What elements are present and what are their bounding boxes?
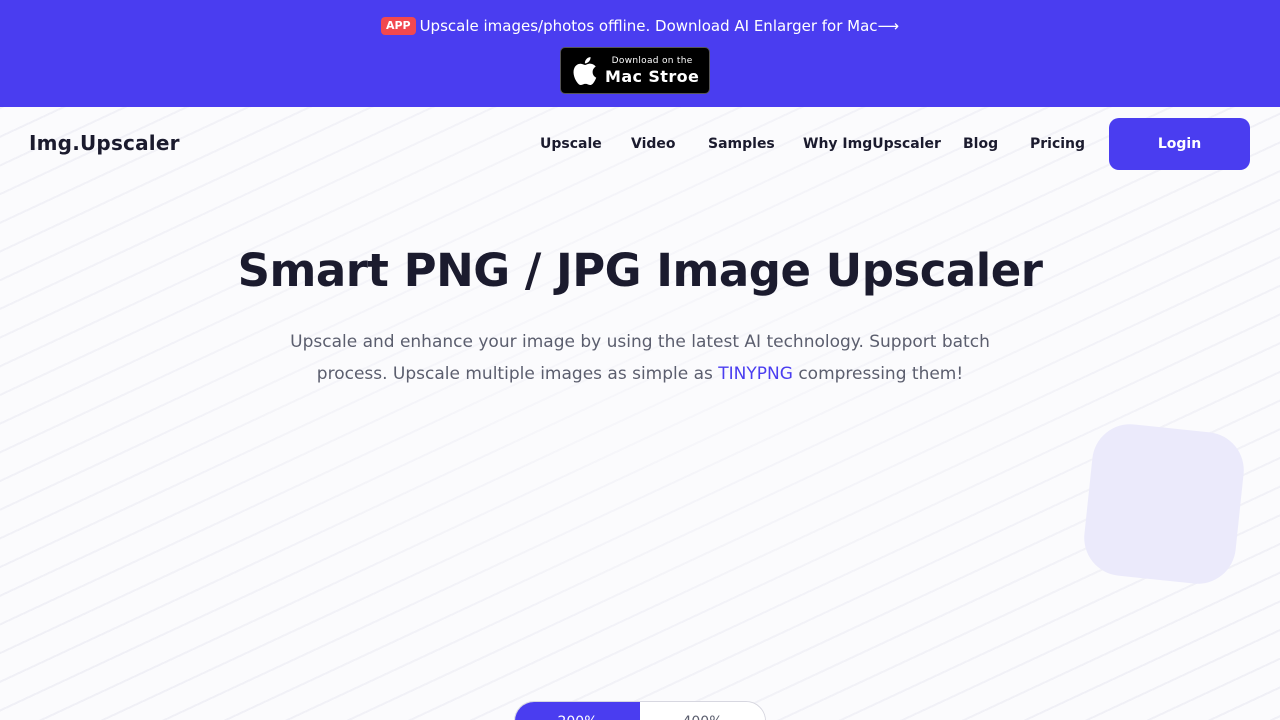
hero-subtitle: Upscale and enhance your image by using …: [290, 326, 990, 390]
hero-subtitle-text-after: compressing them!: [792, 364, 964, 384]
nav-pricing[interactable]: Pricing: [1030, 136, 1085, 152]
scale-toggle: 200% 400%: [514, 701, 766, 720]
nav-why-imgupscaler[interactable]: Why ImgUpscaler: [803, 136, 941, 152]
apple-icon: [573, 56, 597, 85]
background-fade: [0, 107, 1280, 720]
nav-video[interactable]: Video: [631, 136, 676, 152]
store-texts: Download on the Mac Stroe: [605, 55, 700, 86]
store-small-label: Download on the: [611, 55, 693, 66]
nav-samples[interactable]: Samples: [708, 136, 775, 152]
site-header: Img.Upscaler Upscale Video Samples Why I…: [0, 107, 1280, 182]
hero-title: Smart PNG / JPG Image Upscaler: [237, 244, 1043, 297]
store-big-label: Mac Stroe: [605, 66, 700, 86]
login-button[interactable]: Login: [1109, 118, 1250, 170]
promo-banner-text[interactable]: Upscale images/photos offline. Download …: [420, 17, 899, 35]
promo-banner-line[interactable]: APP Upscale images/photos offline. Downl…: [0, 16, 1280, 36]
decorative-blob: [1080, 420, 1248, 588]
scale-option-400[interactable]: 400%: [640, 702, 765, 720]
tinypng-link[interactable]: TINYPNG: [718, 364, 793, 384]
mac-store-download-button[interactable]: Download on the Mac Stroe: [560, 47, 710, 94]
nav-upscale[interactable]: Upscale: [540, 136, 602, 152]
app-badge: APP: [380, 17, 416, 35]
promo-banner: APP Upscale images/photos offline. Downl…: [0, 0, 1280, 107]
nav-blog[interactable]: Blog: [963, 136, 998, 152]
scale-option-200[interactable]: 200%: [515, 702, 640, 720]
site-logo[interactable]: Img.Upscaler: [29, 131, 180, 155]
